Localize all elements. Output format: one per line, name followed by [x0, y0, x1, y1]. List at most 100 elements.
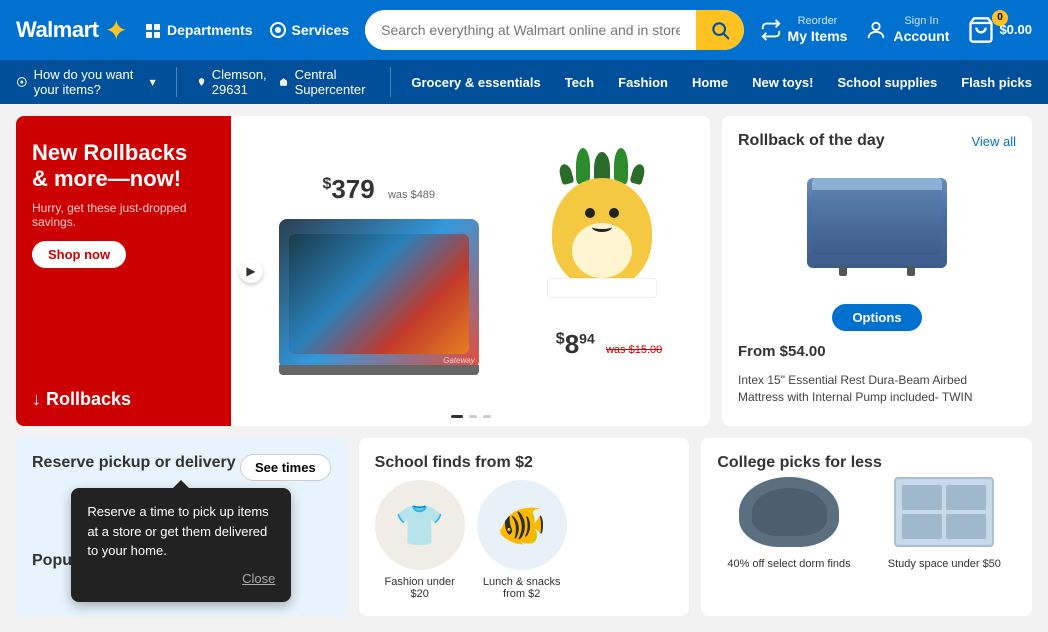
cube-cell: [902, 514, 942, 539]
from-price: From $54.00: [738, 343, 826, 360]
rollback-title: Rollback of the day: [738, 132, 885, 150]
main-content: New Rollbacks & more—now! Hurry, get the…: [0, 104, 1048, 438]
product-description: Intex 15" Essential Rest Dura-Beam Airbe…: [738, 372, 1016, 406]
laptop-price: $379: [322, 174, 382, 204]
search-icon: [710, 20, 730, 40]
cart-button[interactable]: 0 $0.00: [967, 16, 1032, 44]
location-text: Clemson, 29631: [212, 67, 274, 97]
nav-right: Reorder My Items Sign In Account 0 $0.00: [760, 15, 1032, 45]
squish-eye-right: [609, 208, 619, 218]
hero-products: $379 was $489 Gateway: [231, 116, 710, 426]
college-item-dorm[interactable]: 40% off select dorm finds: [717, 472, 860, 570]
fashion-icon: 👕: [395, 502, 445, 549]
mattress-image: [807, 178, 947, 268]
squish-smile: [592, 222, 612, 232]
reorder-button[interactable]: Reorder My Items: [760, 15, 848, 45]
signin-label: Sign In: [893, 15, 949, 28]
search-bar: [365, 10, 743, 50]
laptop-image: Gateway: [279, 219, 479, 369]
nav-link-grocery[interactable]: Grocery & essentials: [411, 75, 540, 90]
cart-icon: [967, 16, 995, 44]
fashion-circle: 👕: [375, 480, 465, 570]
mattress-leg-right: [907, 266, 915, 276]
options-button[interactable]: Options: [832, 304, 921, 331]
nav-link-new-toys[interactable]: New toys!: [752, 75, 813, 90]
banner-dot-1[interactable]: [451, 415, 463, 418]
cart-badge: 0: [992, 10, 1008, 26]
search-button[interactable]: [696, 10, 744, 50]
walmart-logo[interactable]: Walmart ✦: [16, 14, 128, 47]
squish-body: [552, 178, 652, 288]
college-item-study[interactable]: Study space under $50: [873, 472, 1016, 570]
banner-dot-2[interactable]: [469, 415, 477, 418]
banner-dot-3[interactable]: [483, 415, 491, 418]
school-item-snacks-label: Lunch & snacks from $2: [477, 576, 567, 600]
view-all-link[interactable]: View all: [971, 134, 1016, 149]
squish-eye-left: [585, 208, 595, 218]
school-title: School finds from $2: [375, 454, 533, 471]
hero-subtext: Hurry, get these just-dropped savings.: [32, 201, 215, 229]
banner-prev-button[interactable]: ▶: [239, 259, 263, 283]
school-card: School finds from $2 👕 Fashion under $20…: [359, 438, 690, 616]
account-icon: [865, 19, 887, 41]
nav-link-tech[interactable]: Tech: [565, 75, 594, 90]
squishmallow-product: $894 was $15.00: [542, 163, 662, 380]
top-navigation: Walmart ✦ Departments Services: [0, 0, 1048, 60]
nav-link-home[interactable]: Home: [692, 75, 728, 90]
school-items-row: 👕 Fashion under $20 🐠 Lunch & snacks fro…: [375, 480, 674, 600]
hero-section: New Rollbacks & more—now! Hurry, get the…: [16, 116, 710, 426]
services-button[interactable]: Services: [269, 21, 350, 39]
laptop-was: was $489: [388, 189, 435, 201]
school-item-snacks[interactable]: 🐠 Lunch & snacks from $2: [477, 480, 567, 600]
reorder-icon: [760, 19, 782, 41]
nav-link-flash-picks[interactable]: Flash picks: [961, 75, 1032, 90]
bean-bag-seat: [752, 488, 827, 536]
college-items-row: 40% off select dorm finds Study space un…: [717, 472, 1016, 570]
location-icon: [197, 75, 206, 89]
school-item-fashion-label: Fashion under $20: [375, 576, 465, 600]
snacks-icon: 🐠: [497, 502, 547, 549]
laptop-product: $379 was $489 Gateway: [279, 174, 479, 369]
shop-now-button[interactable]: Shop now: [32, 241, 126, 268]
rollback-header: Rollback of the day View all: [738, 132, 1016, 150]
nav-link-fashion[interactable]: Fashion: [618, 75, 668, 90]
departments-button[interactable]: Departments: [144, 21, 253, 39]
search-input[interactable]: [365, 22, 695, 38]
study-image: [884, 472, 1004, 552]
rollback-panel: Rollback of the day View all Options Fro…: [722, 116, 1032, 426]
rollback-product: Options From $54.00 Intex 15" Essential …: [738, 162, 1016, 406]
bottom-row: Reserve pickup or delivery See times Res…: [0, 438, 1048, 632]
squishmallow-price-tag: $894 was $15.00: [556, 329, 662, 360]
snacks-circle: 🐠: [477, 480, 567, 570]
college-title: College picks for less: [717, 454, 882, 471]
services-label: Services: [292, 22, 350, 38]
location-selector[interactable]: Clemson, 29631 Central Supercenter: [177, 67, 392, 97]
store-text: Central Supercenter: [295, 67, 371, 97]
reorder-top-label: Reorder: [788, 15, 848, 28]
tooltip-arrow: [173, 480, 189, 488]
chevron-down-icon: ▾: [150, 75, 156, 89]
bean-bag-shape: [739, 477, 839, 547]
signin-button[interactable]: Sign In Account: [865, 15, 949, 45]
school-item-fashion[interactable]: 👕 Fashion under $20: [375, 480, 465, 600]
squishmallow-was: was $15.00: [606, 344, 662, 356]
mattress-container: [807, 178, 947, 268]
tooltip-text: Reserve a time to pick up items at a sto…: [87, 504, 268, 558]
storage-cube-shape: [894, 477, 994, 547]
squish-eyes: [585, 208, 619, 218]
dorm-image: [729, 472, 849, 552]
spark-icon: ✦: [104, 14, 127, 47]
dorm-label: 40% off select dorm finds: [727, 558, 850, 570]
tooltip-close-link[interactable]: Close: [87, 569, 275, 589]
services-nav-icon: [269, 21, 287, 39]
delivery-bar: How do you want your items? ▾ Clemson, 2…: [0, 60, 1048, 104]
college-card: College picks for less 40% off select do…: [701, 438, 1032, 616]
squish-platform: [547, 278, 657, 298]
rollbacks-label: ↓ Rollbacks: [32, 389, 215, 410]
delivery-selector[interactable]: How do you want your items? ▾: [16, 67, 177, 97]
hero-promo-panel: New Rollbacks & more—now! Hurry, get the…: [16, 116, 231, 426]
see-times-button[interactable]: See times: [240, 454, 331, 481]
study-label: Study space under $50: [888, 558, 1001, 570]
nav-link-school-supplies[interactable]: School supplies: [838, 75, 938, 90]
mattress-body: [812, 190, 942, 255]
